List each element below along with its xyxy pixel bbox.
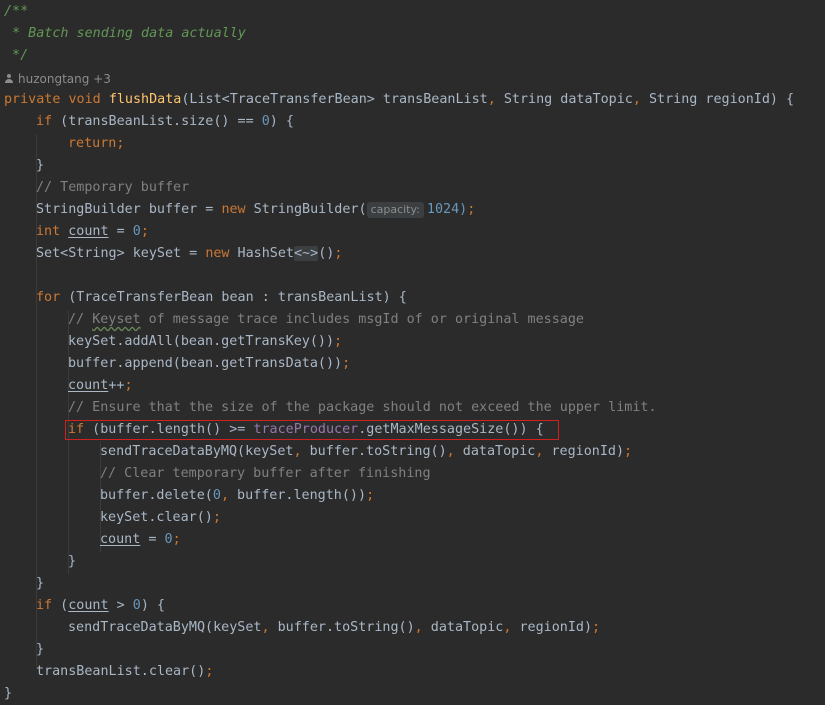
code-line[interactable]: StringBuilder buffer = new StringBuilder… bbox=[36, 199, 475, 221]
code-line[interactable]: // Clear temporary buffer after finishin… bbox=[100, 463, 431, 485]
code-line[interactable]: private void flushData(List<TraceTransfe… bbox=[4, 89, 794, 111]
fold-placeholder[interactable]: <~> bbox=[294, 246, 319, 261]
code-line[interactable]: count++; bbox=[68, 375, 133, 397]
code-line[interactable]: sendTraceDataByMQ(keySet, buffer.toStrin… bbox=[100, 441, 632, 463]
code-line[interactable]: } bbox=[36, 573, 44, 595]
code-line[interactable]: int count = 0; bbox=[36, 221, 149, 243]
code-line[interactable]: } bbox=[36, 639, 44, 661]
code-line[interactable]: * Batch sending data actually bbox=[4, 23, 246, 45]
code-line[interactable]: keySet.addAll(bean.getTransKey()); bbox=[68, 331, 342, 353]
code-line[interactable]: return; bbox=[68, 133, 124, 155]
code-line[interactable]: // Ensure that the size of the package s… bbox=[68, 397, 657, 419]
code-author-hint[interactable]: huzongtang +3 bbox=[4, 69, 111, 89]
code-line[interactable]: if (count > 0) { bbox=[36, 595, 165, 617]
code-line[interactable]: for (TraceTransferBean bean : transBeanL… bbox=[36, 287, 407, 309]
parameter-hint: capacity: bbox=[366, 202, 424, 218]
code-line[interactable]: // Keyset of message trace includes msgI… bbox=[68, 309, 584, 331]
code-line[interactable]: if (transBeanList.size() == 0) { bbox=[36, 111, 294, 133]
code-editor[interactable]: /** * Batch sending data actually */ huz… bbox=[0, 0, 825, 701]
code-line[interactable]: } bbox=[68, 551, 76, 573]
author-label: huzongtang +3 bbox=[18, 72, 111, 86]
code-line[interactable]: sendTraceDataByMQ(keySet, buffer.toStrin… bbox=[68, 617, 600, 639]
code-line[interactable]: } bbox=[36, 155, 44, 177]
code-line[interactable]: /** bbox=[4, 1, 28, 23]
code-line[interactable]: */ bbox=[4, 45, 28, 67]
code-line[interactable]: keySet.clear(); bbox=[100, 507, 221, 529]
code-line[interactable]: // Temporary buffer bbox=[36, 177, 189, 199]
code-line-text: StringBuilder buffer = new StringBuilder… bbox=[36, 202, 367, 217]
code-line-text: Set<String> keySet = new HashSet bbox=[36, 246, 294, 261]
code-line[interactable]: count = 0; bbox=[100, 529, 181, 551]
code-line[interactable]: transBeanList.clear(); bbox=[36, 661, 213, 683]
code-line[interactable]: } bbox=[4, 683, 12, 705]
code-line[interactable]: buffer.append(bean.getTransData()); bbox=[68, 353, 350, 375]
code-line[interactable]: Set<String> keySet = new HashSet<~>(); bbox=[36, 243, 342, 265]
code-line-text: private void flushData(List<TraceTransfe… bbox=[4, 92, 795, 107]
code-line-text: 1024); bbox=[426, 202, 476, 217]
user-icon bbox=[4, 74, 14, 84]
code-line[interactable]: if (buffer.length() >= traceProducer.get… bbox=[68, 419, 544, 441]
code-line-text: (); bbox=[318, 246, 343, 261]
code-line[interactable]: buffer.delete(0, buffer.length()); bbox=[100, 485, 374, 507]
